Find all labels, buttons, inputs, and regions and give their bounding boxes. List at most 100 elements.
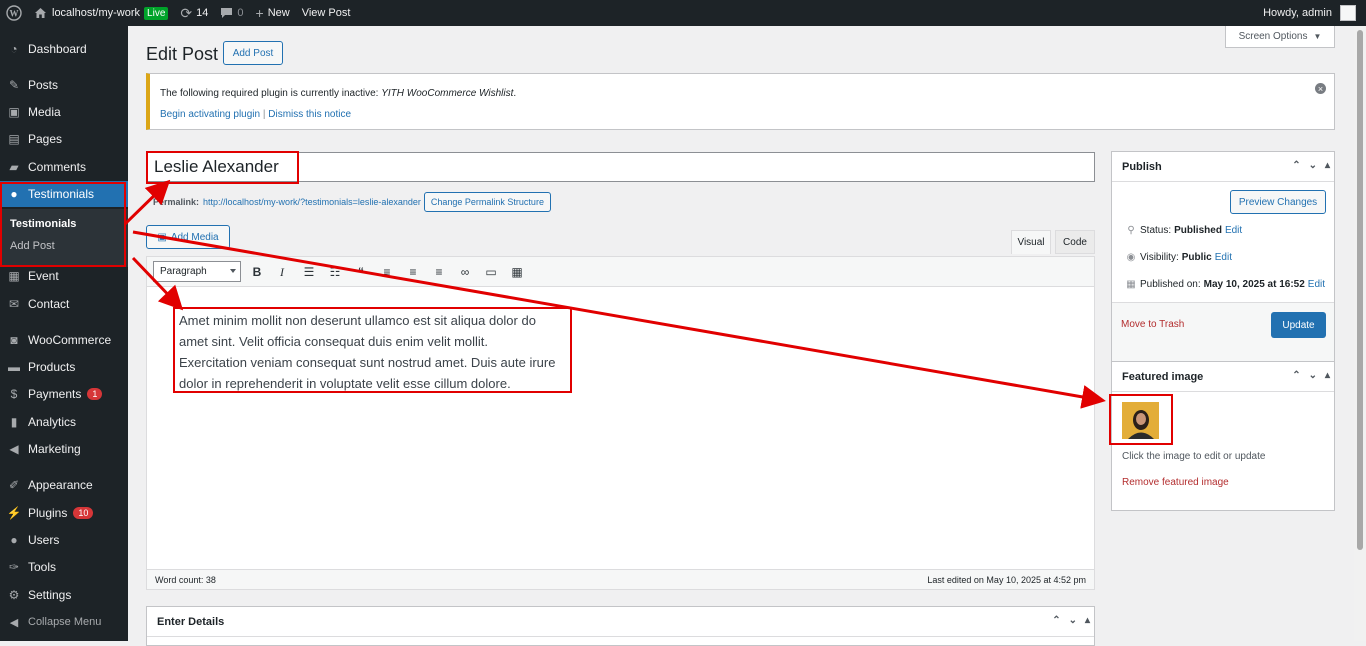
collapse-icon: ◀ — [9, 616, 19, 629]
sidebar-item-label: Media — [28, 105, 61, 119]
site-name-link[interactable]: localhost/my-work Live — [28, 0, 174, 26]
view-post-link[interactable]: View Post — [296, 0, 357, 26]
chevron-down-icon[interactable]: ⌄ — [1309, 370, 1317, 381]
format-select-value: Paragraph — [160, 266, 207, 277]
status-row: ⚲ Status: Published Edit — [1122, 225, 1242, 236]
chevron-down-icon[interactable]: ⌄ — [1069, 615, 1077, 626]
chevron-up-icon[interactable]: ⌃ — [1292, 370, 1300, 381]
toolbar-toggle-icon[interactable]: ▦ — [508, 263, 526, 281]
notice-text-suffix: . — [513, 88, 517, 99]
caret-up-icon[interactable]: ▴ — [1325, 160, 1330, 171]
activate-plugin-link[interactable]: Begin activating plugin — [160, 109, 260, 120]
wrench-icon: ✑ — [8, 560, 20, 574]
edit-visibility-link[interactable]: Edit — [1215, 252, 1232, 263]
sidebar-item-appearance[interactable]: ✐ Appearance — [0, 472, 128, 498]
align-right-icon[interactable]: ≡ — [430, 263, 448, 281]
sidebar-item-products[interactable]: ▬ Products — [0, 354, 128, 380]
remove-featured-image-link[interactable]: Remove featured image — [1122, 477, 1229, 488]
sidebar-item-woocommerce[interactable]: ◙ WooCommerce — [0, 327, 128, 353]
permalink-row: Permalink: http://localhost/my-work/?tes… — [153, 192, 551, 212]
publish-box: Publish ⌃ ⌄ ▴ Preview Changes ⚲ Status: P… — [1111, 151, 1335, 369]
link-icon[interactable]: ∞ — [456, 263, 474, 281]
chevron-up-icon[interactable]: ⌃ — [1292, 160, 1300, 171]
sidebar-item-users[interactable]: ● Users — [0, 527, 128, 553]
my-account-link[interactable]: Howdy, admin — [1257, 0, 1362, 26]
align-center-icon[interactable]: ≡ — [404, 263, 422, 281]
move-to-trash-link[interactable]: Move to Trash — [1121, 319, 1184, 330]
numbered-list-icon[interactable]: ☷ — [326, 263, 344, 281]
enter-details-title: Enter Details — [157, 615, 225, 628]
tab-code[interactable]: Code — [1055, 230, 1095, 254]
sidebar-item-pages[interactable]: ▤ Pages — [0, 126, 128, 152]
svg-text:W: W — [10, 9, 19, 19]
preview-changes-button[interactable]: Preview Changes — [1230, 190, 1326, 214]
sidebar-item-comments[interactable]: ▰ Comments — [0, 154, 128, 180]
comments-count: 0 — [237, 7, 244, 19]
sidebar-item-media[interactable]: ▣ Media — [0, 99, 128, 125]
caret-up-icon[interactable]: ▴ — [1325, 370, 1330, 381]
sidebar-item-settings[interactable]: ⚙ Settings — [0, 582, 128, 608]
close-icon[interactable]: × — [1315, 83, 1326, 94]
annotation-box-featured-image — [1109, 394, 1173, 445]
admin-sidebar: Testimonials Add Post ◔ Dashboard ✎ Posts … — [0, 26, 128, 641]
sidebar-item-posts[interactable]: ✎ Posts — [0, 72, 128, 98]
pin-icon: ⚲ — [1127, 225, 1135, 236]
format-select[interactable]: Paragraph — [153, 261, 241, 282]
updates-icon: ⟳ — [180, 4, 193, 21]
permalink-url[interactable]: http://localhost/my-work/?testimonials=l… — [203, 197, 421, 207]
updates-link[interactable]: ⟳ 14 — [174, 0, 214, 26]
dismiss-notice-link[interactable]: Dismiss this notice — [268, 109, 351, 120]
screen-options-button[interactable]: Screen Options ▼ — [1225, 26, 1335, 48]
sidebar-item-tools[interactable]: ✑ Tools — [0, 554, 128, 580]
scrollbar-thumb[interactable] — [1357, 30, 1363, 550]
sidebar-item-analytics[interactable]: ▮ Analytics — [0, 409, 128, 435]
sidebar-item-payments[interactable]: $ Payments 1 — [0, 381, 128, 407]
admin-bar: W localhost/my-work Live ⟳ 14 0 + New Vi… — [0, 0, 1366, 26]
sidebar-item-contact[interactable]: ✉ Contact — [0, 291, 128, 317]
new-content-link[interactable]: + New — [250, 0, 296, 26]
megaphone-icon: ◀ — [9, 442, 19, 456]
caret-up-icon[interactable]: ▴ — [1085, 615, 1090, 626]
editor-statusbar: Word count: 38 Last edited on May 10, 20… — [147, 569, 1094, 589]
chevron-up-icon[interactable]: ⌃ — [1052, 615, 1060, 626]
edit-status-link[interactable]: Edit — [1225, 225, 1242, 236]
add-media-label: Add Media — [170, 231, 219, 243]
chevron-down-icon[interactable]: ⌄ — [1309, 160, 1317, 171]
blockquote-icon[interactable]: “ — [352, 263, 370, 281]
bold-icon[interactable]: B — [248, 263, 266, 281]
notice-plugin-name: YITH WooCommerce Wishlist — [381, 88, 514, 99]
collapse-menu-button[interactable]: ◀ Collapse Menu — [0, 609, 128, 635]
change-permalink-button[interactable]: Change Permalink Structure — [423, 192, 551, 212]
tab-visual[interactable]: Visual — [1011, 230, 1051, 254]
sidebar-item-plugins[interactable]: ⚡ Plugins 10 — [0, 500, 128, 526]
plugin-notice: The following required plugin is current… — [146, 73, 1335, 130]
notice-links: Begin activating plugin | Dismiss this n… — [160, 109, 351, 120]
page-scrollbar[interactable] — [1354, 26, 1366, 641]
editor-toolbar: Paragraph B I ☰ ☷ “ ≡ ≡ ≡ ∞ ▭ ▦ — [147, 257, 1094, 287]
published-on-row: ▦ Published on: May 10, 2025 at 16:52 Edi… — [1122, 279, 1325, 290]
word-count: Word count: 38 — [155, 574, 216, 585]
pages-icon: ▤ — [8, 132, 20, 146]
read-more-icon[interactable]: ▭ — [482, 263, 500, 281]
sidebar-item-marketing[interactable]: ◀ Marketing — [0, 436, 128, 462]
payments-badge: 1 — [87, 388, 103, 400]
add-media-button[interactable]: ▣ Add Media — [146, 225, 230, 249]
view-post-label: View Post — [301, 7, 351, 19]
italic-icon[interactable]: I — [273, 263, 291, 281]
featured-image-header: Featured image ⌃ ⌄ ▴ — [1112, 362, 1334, 392]
users-icon: ● — [10, 533, 18, 547]
visibility-row: ◉ Visibility: Public Edit — [1122, 252, 1232, 263]
comments-link[interactable]: 0 — [214, 0, 249, 26]
wordpress-logo-icon[interactable]: W — [0, 0, 28, 26]
align-left-icon[interactable]: ≡ — [378, 263, 396, 281]
mail-icon: ✉ — [8, 297, 20, 311]
update-button[interactable]: Update — [1271, 312, 1326, 338]
plus-icon: + — [255, 5, 264, 21]
publish-title: Publish — [1122, 160, 1162, 173]
add-post-button[interactable]: Add Post — [223, 41, 283, 65]
bullet-list-icon[interactable]: ☰ — [300, 263, 318, 281]
brush-icon: ✐ — [8, 478, 20, 492]
edit-date-link[interactable]: Edit — [1308, 279, 1325, 290]
status-label: Status: — [1140, 225, 1172, 236]
sidebar-item-dashboard[interactable]: ◔ Dashboard — [0, 36, 128, 62]
